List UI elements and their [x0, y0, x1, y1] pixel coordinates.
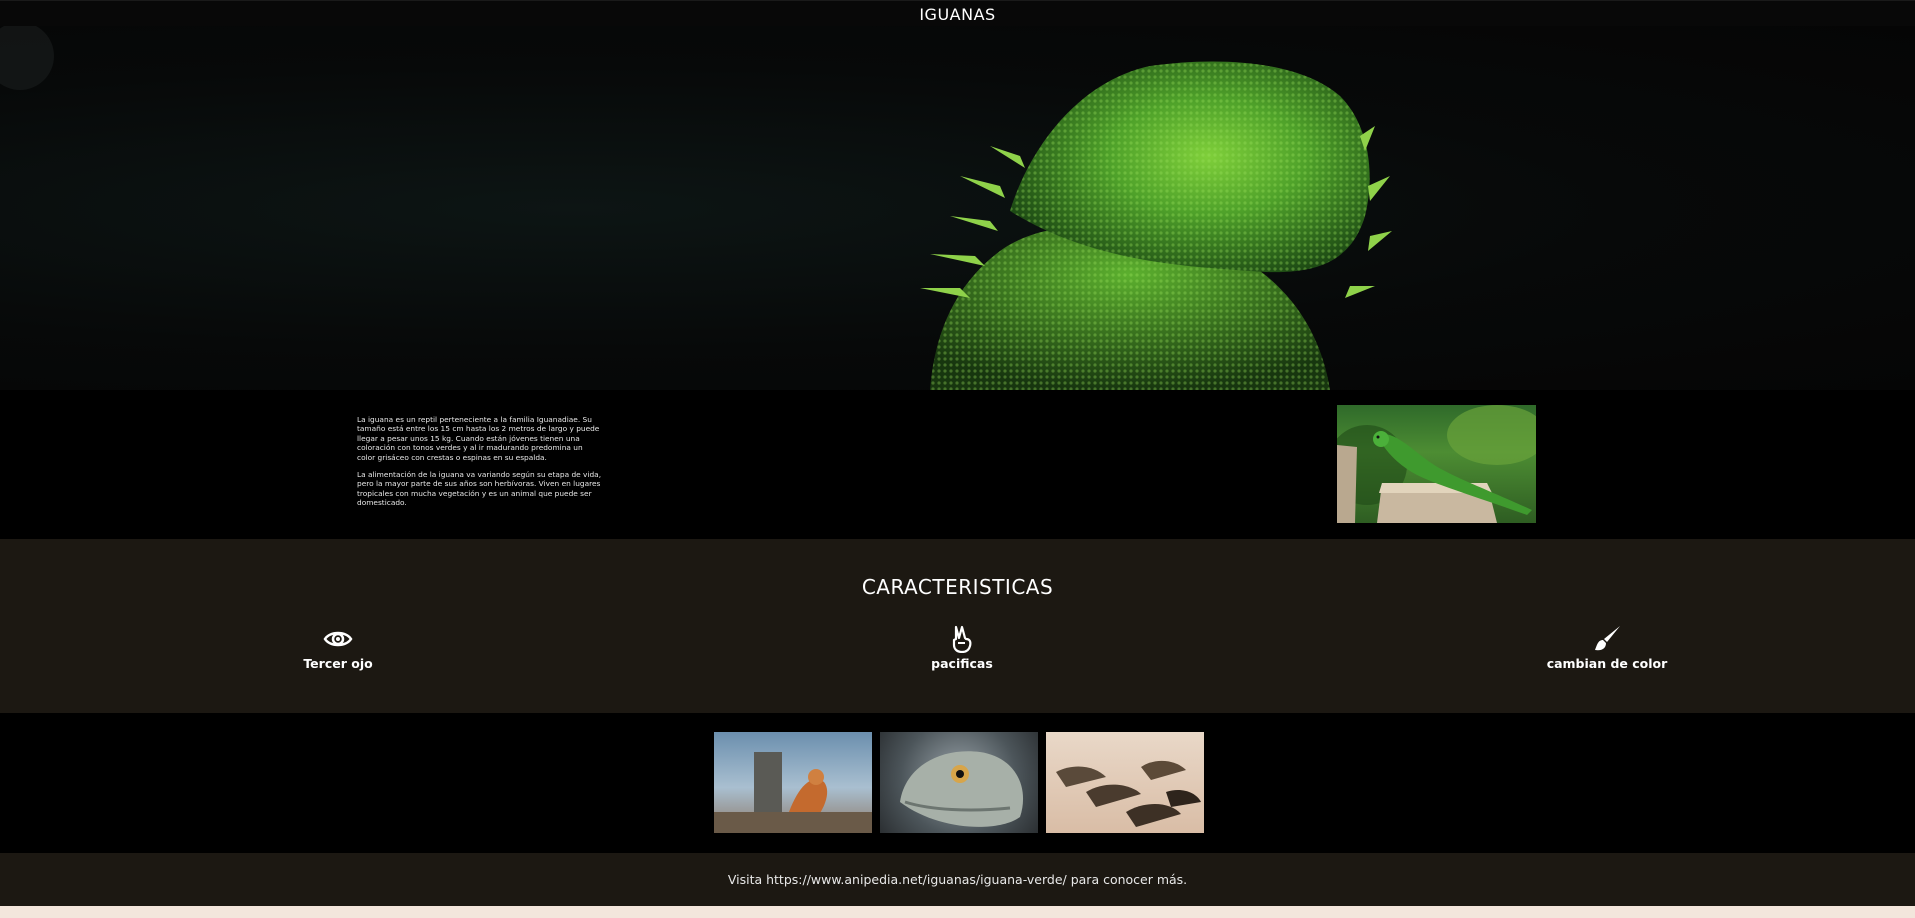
gallery-image-iguana-beach[interactable]	[714, 732, 872, 833]
hero-iguana-image	[0, 26, 1392, 390]
hero-banner	[0, 26, 1915, 390]
feature-label: Tercer ojo	[303, 656, 373, 671]
intro-section: La iguana es un reptil perteneciente a l…	[0, 390, 1915, 539]
site-header: IGUANAS	[0, 0, 1915, 27]
eye-icon	[323, 631, 353, 647]
features-title: CARACTERISTICAS	[861, 575, 1054, 599]
peace-hand-icon	[952, 625, 972, 653]
feature-label: pacificas	[931, 656, 993, 671]
feature-cambian-de-color: cambian de color	[1507, 625, 1707, 671]
photo-gallery	[0, 713, 1915, 853]
feature-tercer-ojo: Tercer ojo	[238, 625, 438, 671]
intro-paragraph: La iguana es un reptil perteneciente a l…	[357, 415, 600, 462]
paint-brush-icon	[1595, 626, 1620, 651]
footer-text: Visita https://www.anipedia.net/iguanas/…	[727, 872, 1188, 887]
gallery-image-iguana-face[interactable]	[880, 732, 1038, 833]
page-title: IGUANAS	[919, 4, 996, 24]
intro-paragraph: La alimentación de la iguana va variando…	[357, 470, 602, 508]
feature-label: cambian de color	[1546, 656, 1668, 671]
bottom-strip	[0, 906, 1915, 918]
feature-pacificas: pacificas	[862, 625, 1062, 671]
site-footer: Visita https://www.anipedia.net/iguanas/…	[0, 853, 1915, 906]
iguana-on-stump-photo	[1337, 405, 1536, 523]
gallery-image-iguana-group[interactable]	[1046, 732, 1204, 833]
features-section: CARACTERISTICAS Tercer ojo pacificas cam…	[0, 539, 1915, 713]
intro-text: La iguana es un reptil perteneciente a l…	[357, 415, 602, 516]
